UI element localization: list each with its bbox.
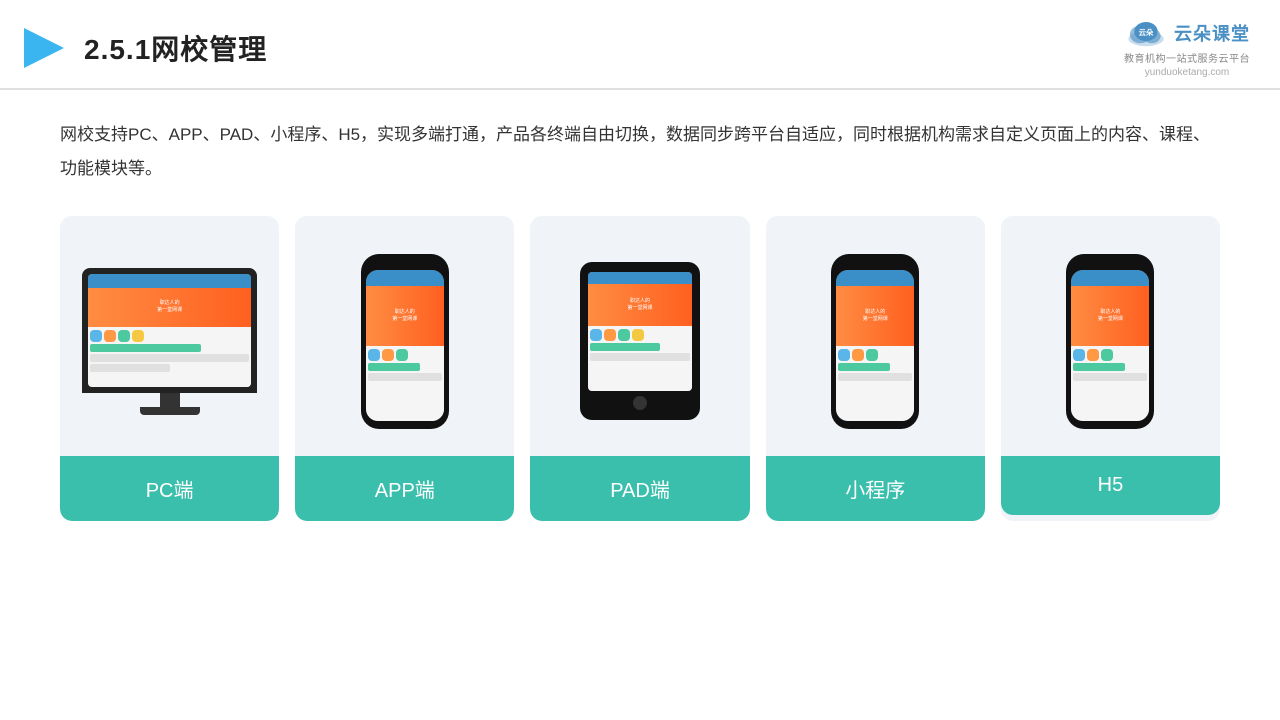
card-app: 职达人的第一堂网课 — [295, 216, 514, 521]
logo-url: yunduoketang.com — [1145, 67, 1230, 78]
h5-image-area: 职达人的第一堂网课 — [1001, 216, 1220, 456]
tablet-pad: 职达人的第一堂网课 — [580, 262, 700, 420]
description-text: 网校支持PC、APP、PAD、小程序、H5，实现多端打通，产品各终端自由切换，数… — [60, 118, 1220, 186]
phone-app-screen: 职达人的第一堂网课 — [366, 270, 444, 421]
monitor-screen: 职达人的第一堂网课 — [88, 274, 251, 387]
card-pc-label: PC端 — [60, 456, 279, 521]
card-pad: 职达人的第一堂网课 — [530, 216, 749, 521]
main-content: 网校支持PC、APP、PAD、小程序、H5，实现多端打通，产品各终端自由切换，数… — [0, 90, 1280, 541]
cloud-icon: 云朵 — [1124, 18, 1168, 48]
card-h5-label: H5 — [1001, 456, 1220, 515]
card-pc: 职达人的第一堂网课 — [60, 216, 279, 521]
card-miniapp-label: 小程序 — [766, 456, 985, 521]
phone-h5: 职达人的第一堂网课 — [1066, 254, 1154, 429]
svg-text:云朵: 云朵 — [1139, 28, 1154, 37]
tablet-screen: 职达人的第一堂网课 — [588, 272, 692, 391]
card-h5: 职达人的第一堂网课 — [1001, 216, 1220, 521]
pc-monitor: 职达人的第一堂网课 — [82, 268, 257, 415]
phone-h5-screen: 职达人的第一堂网课 — [1071, 270, 1149, 421]
phone-miniapp-screen: 职达人的第一堂网课 — [836, 270, 914, 421]
app-image-area: 职达人的第一堂网课 — [295, 216, 514, 456]
phone-app: 职达人的第一堂网课 — [361, 254, 449, 429]
card-app-label: APP端 — [295, 456, 514, 521]
cards-row: 职达人的第一堂网课 — [60, 216, 1220, 521]
page-title: 2.5.1网校管理 — [84, 28, 267, 68]
monitor-outer: 职达人的第一堂网课 — [82, 268, 257, 393]
miniapp-image-area: 职达人的第一堂网课 — [766, 216, 985, 456]
logo-text: 云朵课堂 — [1174, 20, 1250, 46]
logo-area: 云朵 云朵课堂 教育机构一站式服务云平台 yunduoketang.com — [1124, 18, 1250, 78]
header-left: 2.5.1网校管理 — [20, 24, 267, 72]
logo-cloud: 云朵 云朵课堂 — [1124, 18, 1250, 48]
play-icon — [20, 24, 68, 72]
header: 2.5.1网校管理 云朵 云朵课堂 教育机构一站式服务云平台 yunduoket… — [0, 0, 1280, 90]
phone-miniapp: 职达人的第一堂网课 — [831, 254, 919, 429]
logo-subtitle: 教育机构一站式服务云平台 — [1124, 50, 1250, 65]
pc-image-area: 职达人的第一堂网课 — [60, 216, 279, 456]
card-miniapp: 职达人的第一堂网课 — [766, 216, 985, 521]
pad-image-area: 职达人的第一堂网课 — [530, 216, 749, 456]
card-pad-label: PAD端 — [530, 456, 749, 521]
